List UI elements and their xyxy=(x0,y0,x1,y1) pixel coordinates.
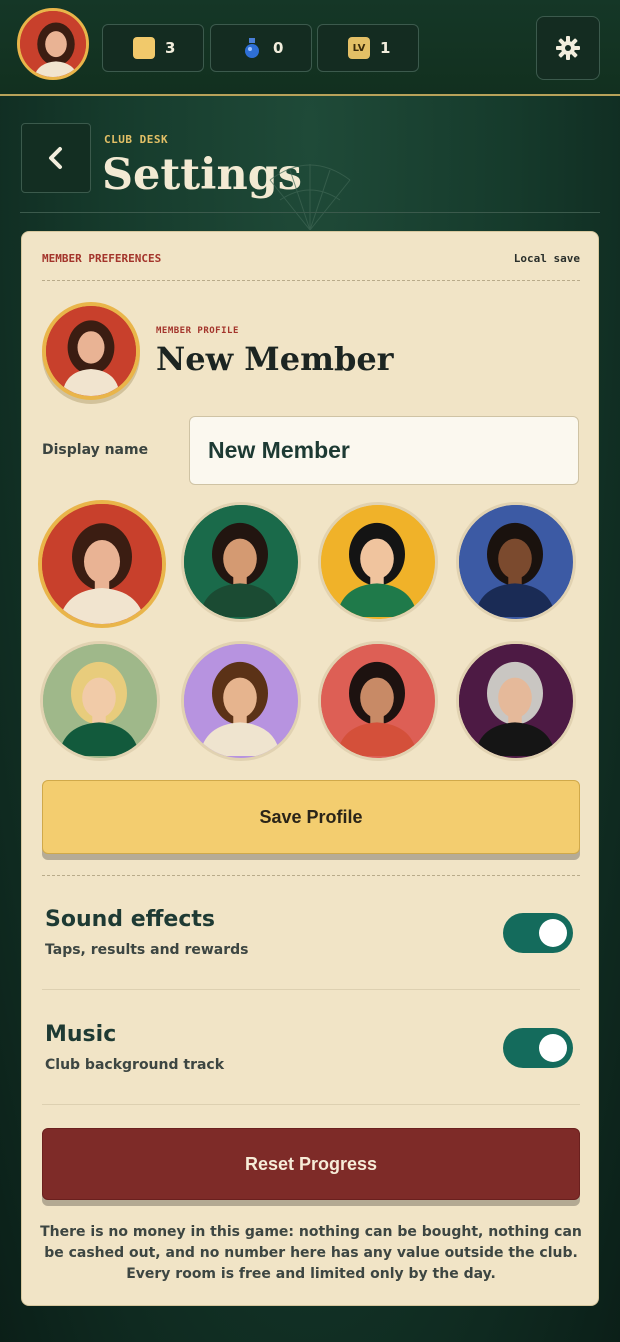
sound-effects-toggle[interactable] xyxy=(503,913,573,953)
avatar-portrait-icon xyxy=(184,505,296,617)
potion-icon xyxy=(241,37,263,59)
avatar-portrait-icon xyxy=(184,644,296,756)
potions-value: 0 xyxy=(273,39,284,57)
level-value: 1 xyxy=(380,39,391,57)
avatar-portrait-icon xyxy=(459,644,571,756)
toggle-knob xyxy=(539,919,567,947)
profile-name: New Member xyxy=(156,340,394,378)
avatar-woman-yellow[interactable] xyxy=(318,502,438,622)
avatar-portrait-icon xyxy=(42,504,162,624)
avatar-portrait-icon xyxy=(46,306,136,396)
divider xyxy=(42,875,580,876)
level-counter: LV 1 xyxy=(317,24,419,72)
display-name-label: Display name xyxy=(42,442,149,458)
disclaimer-text: There is no money in this game: nothing … xyxy=(40,1224,582,1282)
music-toggle[interactable] xyxy=(503,1028,573,1068)
avatar-portrait-icon xyxy=(321,505,433,617)
settings-button[interactable] xyxy=(536,16,600,80)
back-button[interactable] xyxy=(21,123,91,193)
divider xyxy=(42,280,580,281)
potions-counter: 0 xyxy=(210,24,312,72)
divider xyxy=(42,1104,580,1105)
level-icon: LV xyxy=(348,37,370,59)
player-avatar[interactable] xyxy=(17,8,89,80)
avatar-portrait-icon xyxy=(20,11,86,77)
avatar-man-blue[interactable] xyxy=(456,502,576,622)
avatar-man-green[interactable] xyxy=(181,502,301,622)
art-deco-fan-icon xyxy=(269,164,351,230)
divider xyxy=(42,989,580,990)
avatar-portrait-icon xyxy=(43,644,155,756)
avatar-woman-coral[interactable] xyxy=(318,641,438,761)
chevron-left-icon xyxy=(49,147,62,169)
sound-effects-title: Sound effects xyxy=(45,907,216,932)
music-subtitle: Club background track xyxy=(45,1057,225,1073)
avatar-man-lavender[interactable] xyxy=(181,641,301,761)
save-mode-label: Local save xyxy=(513,252,580,265)
sound-effects-subtitle: Taps, results and rewards xyxy=(45,942,249,958)
page-eyebrow: CLUB DESK xyxy=(104,133,169,146)
top-bar: 3 0 LV 1 xyxy=(0,0,620,96)
profile-avatar xyxy=(42,302,140,400)
music-title: Music xyxy=(45,1022,117,1047)
display-name-input[interactable] xyxy=(189,416,579,485)
header-divider xyxy=(20,212,600,213)
panel-title: MEMBER PREFERENCES xyxy=(42,252,162,265)
coin-icon xyxy=(133,37,155,59)
avatar-portrait-icon xyxy=(321,644,433,756)
panel-header: MEMBER PREFERENCES Local save xyxy=(42,252,580,265)
coins-counter: 3 xyxy=(102,24,204,72)
profile-eyebrow: MEMBER PROFILE xyxy=(156,326,239,336)
settings-panel: MEMBER PREFERENCES Local save MEMBER PRO… xyxy=(21,231,599,1306)
coins-value: 3 xyxy=(165,39,176,57)
gear-icon xyxy=(556,36,580,60)
reset-progress-button[interactable]: Reset Progress xyxy=(42,1128,580,1200)
avatar-portrait-icon xyxy=(459,505,571,617)
avatar-woman-sage[interactable] xyxy=(40,641,160,761)
toggle-knob xyxy=(539,1034,567,1062)
save-profile-button[interactable]: Save Profile xyxy=(42,780,580,854)
avatar-woman-red[interactable] xyxy=(38,500,166,628)
avatar-man-purple[interactable] xyxy=(456,641,576,761)
